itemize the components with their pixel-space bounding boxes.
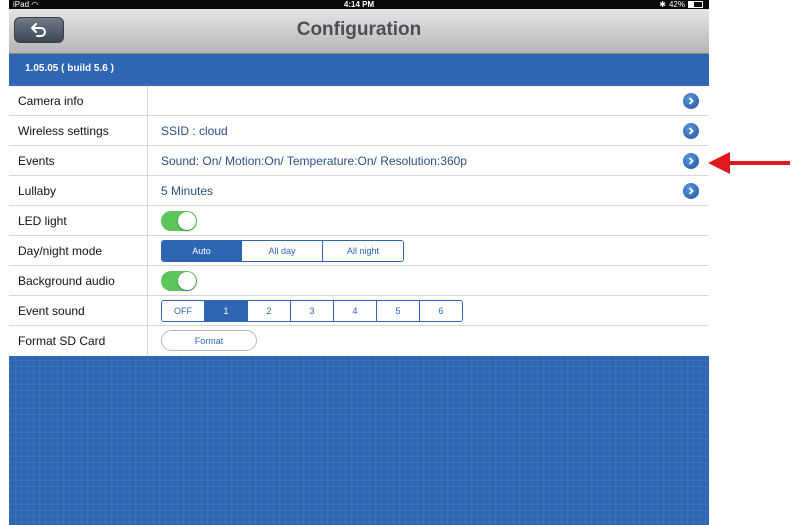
event-sound-segmented-control: OFF 1 2 3 4 5 6 (161, 300, 463, 322)
row-lullaby[interactable]: Lullaby 5 Minutes (9, 176, 709, 206)
row-day-night-mode: Day/night mode Auto All day All night (9, 236, 709, 266)
day-night-option-all-night[interactable]: All night (322, 241, 403, 261)
disclosure-chevron-icon[interactable] (683, 183, 699, 199)
row-value: SSID : cloud (161, 124, 228, 138)
column-divider (147, 146, 148, 175)
status-time: 4:14 PM (343, 0, 375, 9)
event-sound-option-6[interactable]: 6 (419, 301, 462, 321)
disclosure-chevron-icon[interactable] (683, 93, 699, 109)
row-led-light: LED light (9, 206, 709, 236)
day-night-option-auto[interactable]: Auto (162, 241, 241, 261)
event-sound-option-1[interactable]: 1 (204, 301, 247, 321)
row-label: Wireless settings (18, 124, 109, 138)
navigation-bar: Configuration (9, 9, 709, 54)
battery-status: ✱ 42% (659, 0, 703, 9)
day-night-option-all-day[interactable]: All day (241, 241, 322, 261)
row-label: Lullaby (18, 184, 57, 198)
row-events[interactable]: Events Sound: On/ Motion:On/ Temperature… (9, 146, 709, 176)
row-camera-info[interactable]: Camera info (9, 86, 709, 116)
settings-list: Camera info Wireless settings SSID : clo… (9, 86, 709, 356)
battery-icon (688, 1, 703, 8)
annotation-arrow-icon (708, 152, 790, 174)
row-label: Camera info (18, 94, 84, 108)
column-divider (147, 266, 148, 295)
row-label: Background audio (18, 274, 115, 288)
bluetooth-icon: ✱ (659, 0, 666, 9)
row-format-sd-card: Format SD Card Format (9, 326, 709, 356)
battery-percent: 42% (668, 0, 685, 9)
day-night-segmented-control: Auto All day All night (161, 240, 404, 262)
event-sound-option-4[interactable]: 4 (333, 301, 376, 321)
version-label: 1.05.05 ( build 5.6 ) (25, 63, 114, 74)
event-sound-option-2[interactable]: 2 (247, 301, 290, 321)
event-sound-option-off[interactable]: OFF (162, 301, 204, 321)
column-divider (147, 176, 148, 205)
row-background-audio: Background audio (9, 266, 709, 296)
column-divider (147, 236, 148, 265)
column-divider (147, 326, 148, 356)
page-title: Configuration (296, 19, 422, 40)
format-button[interactable]: Format (161, 330, 257, 351)
column-divider (147, 206, 148, 235)
battery-fill (689, 2, 695, 7)
version-bar: 1.05.05 ( build 5.6 ) (9, 54, 709, 84)
ipad-screen: iPad ◠ 4:14 PM ✱ 42% Configuration 1.05.… (9, 0, 709, 525)
toggle-knob (178, 212, 196, 230)
column-divider (147, 116, 148, 145)
disclosure-chevron-icon[interactable] (683, 153, 699, 169)
event-sound-option-3[interactable]: 3 (290, 301, 333, 321)
row-value: 5 Minutes (161, 184, 214, 198)
row-wireless-settings[interactable]: Wireless settings SSID : cloud (9, 116, 709, 146)
row-label: Format SD Card (18, 334, 106, 348)
column-divider (147, 296, 148, 325)
row-value: Sound: On/ Motion:On/ Temperature:On/ Re… (161, 154, 467, 168)
row-event-sound: Event sound OFF 1 2 3 4 5 6 (9, 296, 709, 326)
event-sound-option-5[interactable]: 5 (376, 301, 419, 321)
column-divider (147, 86, 148, 115)
row-label: LED light (18, 214, 67, 228)
disclosure-chevron-icon[interactable] (683, 123, 699, 139)
background-audio-toggle[interactable] (161, 271, 197, 291)
row-label: Event sound (18, 304, 85, 318)
status-bar: iPad ◠ 4:14 PM ✱ 42% (9, 0, 709, 9)
led-light-toggle[interactable] (161, 211, 197, 231)
row-label: Events (18, 154, 55, 168)
row-label: Day/night mode (18, 244, 103, 258)
toggle-knob (178, 272, 196, 290)
